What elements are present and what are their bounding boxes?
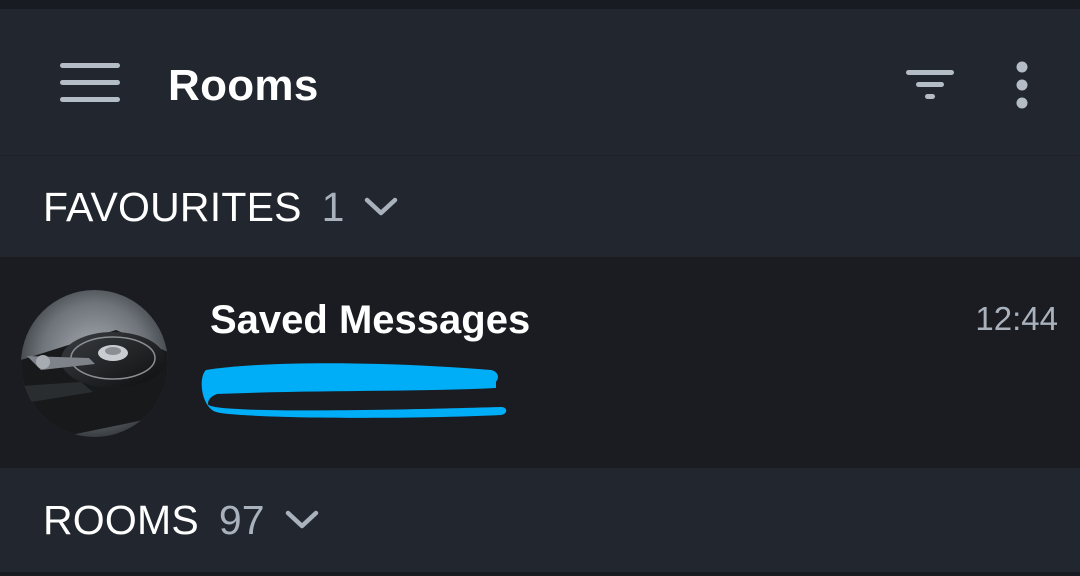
page-title: Rooms [168,61,319,110]
chevron-down-icon [285,496,319,544]
filter-icon [906,70,954,99]
rooms-section-header[interactable]: ROOMS 97 [0,468,1080,572]
section-title: FAVOURITES [43,184,302,230]
room-timestamp: 12:44 [975,300,1058,337]
menu-button[interactable] [46,45,134,121]
more-vertical-icon [1016,61,1028,109]
status-bar-strip [0,0,1080,9]
overflow-menu-button[interactable] [994,53,1050,117]
favourites-section-header[interactable]: FAVOURITES 1 [0,157,1080,257]
room-avatar [21,290,168,437]
section-count: 1 [321,184,345,230]
hamburger-menu-icon [60,63,120,102]
chevron-down-icon [364,183,398,231]
filter-button[interactable] [898,53,962,117]
room-name: Saved Messages [210,298,531,342]
app-bar: Rooms [0,9,1080,156]
message-preview-redaction [196,352,512,422]
list-divider [0,572,1080,576]
section-count: 97 [218,497,265,543]
section-title: ROOMS [43,497,199,543]
